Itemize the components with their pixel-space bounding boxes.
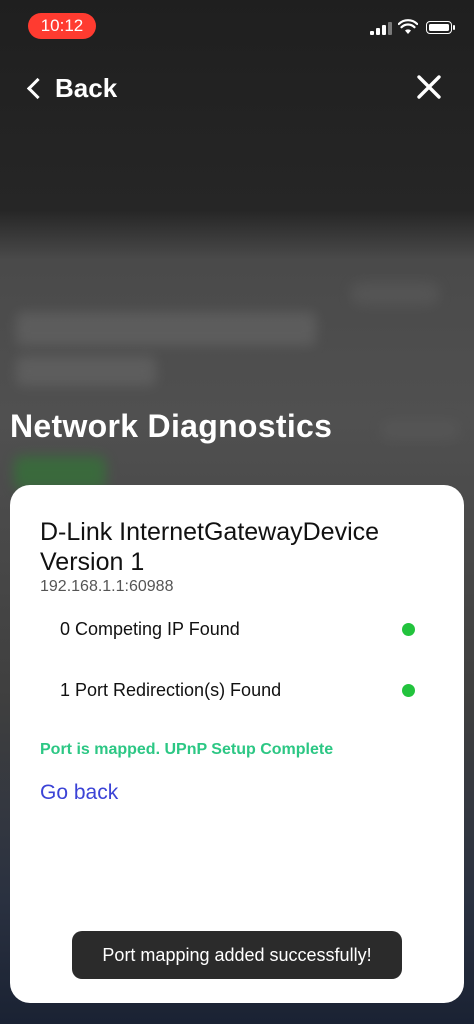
check-label: 1 Port Redirection(s) Found: [60, 679, 282, 700]
wifi-icon: [398, 19, 418, 34]
close-icon[interactable]: [416, 74, 442, 100]
go-back-link[interactable]: Go back: [40, 781, 118, 805]
device-name: D-Link InternetGatewayDevice Version 1: [40, 518, 380, 576]
diagnostics-card: D-Link InternetGatewayDevice Version 1 1…: [10, 485, 464, 1003]
page-title: Network Diagnostics: [10, 408, 333, 444]
back-label: Back: [55, 72, 118, 103]
signal-icon: [370, 21, 392, 35]
check-row-competing-ip: 0 Competing IP Found: [60, 616, 415, 642]
back-button[interactable]: Back: [26, 70, 117, 106]
screen: 10:12 Back Network Diagnostics D-Link In…: [0, 0, 474, 1024]
toast-message: Port mapping added successfully!: [72, 931, 402, 979]
status-dot-icon: [402, 683, 415, 697]
blurred-background-element: [380, 420, 460, 440]
blurred-background-element: [16, 356, 156, 386]
blurred-background-element: [16, 312, 316, 346]
status-dot-icon: [402, 622, 415, 636]
status-message: Port is mapped. UPnP Setup Complete: [40, 741, 334, 758]
blurred-background-element: [350, 282, 440, 306]
status-bar: 10:12: [0, 0, 474, 52]
device-ip: 192.168.1.1:60988: [40, 578, 174, 595]
check-row-port-redirection: 1 Port Redirection(s) Found: [60, 677, 415, 703]
chevron-left-icon: [26, 77, 49, 99]
status-time: 10:12: [28, 13, 96, 39]
check-label: 0 Competing IP Found: [60, 618, 240, 639]
battery-icon: [426, 21, 455, 34]
